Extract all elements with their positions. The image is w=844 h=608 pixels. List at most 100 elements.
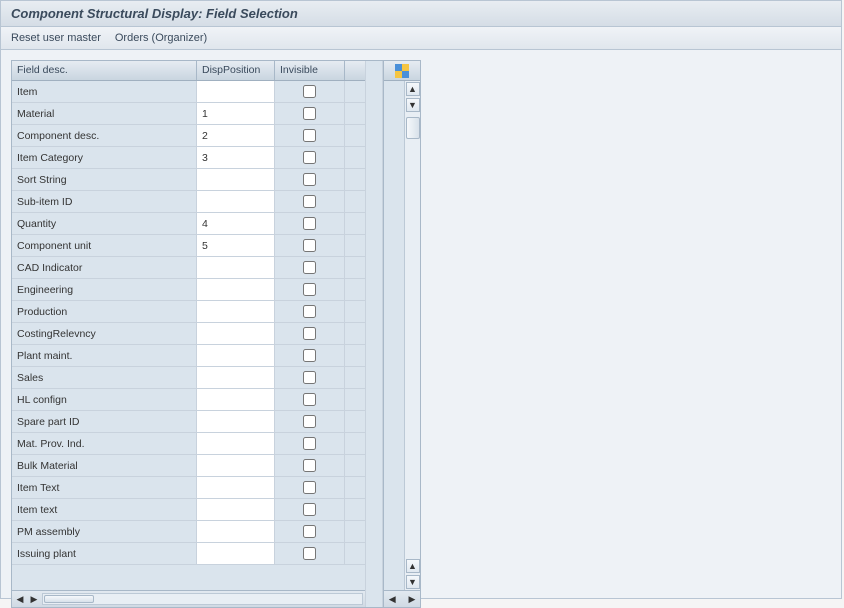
table-row: Component desc.2 bbox=[12, 125, 365, 147]
invisible-checkbox[interactable] bbox=[303, 393, 316, 406]
v-scrollbar: ▲ ▼ ▲ ▼ bbox=[404, 81, 420, 590]
cell-disp-position[interactable] bbox=[197, 169, 275, 190]
cell-disp-position[interactable] bbox=[197, 367, 275, 388]
col-header-disp-position[interactable]: DispPosition bbox=[197, 61, 275, 80]
cell-disp-position[interactable] bbox=[197, 411, 275, 432]
side-header bbox=[384, 61, 420, 81]
cell-field-desc: Item text bbox=[12, 499, 197, 520]
v-scroll-track[interactable] bbox=[406, 113, 420, 558]
invisible-checkbox[interactable] bbox=[303, 305, 316, 318]
invisible-checkbox[interactable] bbox=[303, 129, 316, 142]
reset-user-master-button[interactable]: Reset user master bbox=[11, 32, 101, 44]
scroll-down-bottom-arrow-icon[interactable]: ▼ bbox=[406, 575, 420, 589]
cell-field-desc: Production bbox=[12, 301, 197, 322]
title-bar: Component Structural Display: Field Sele… bbox=[1, 1, 841, 27]
invisible-checkbox[interactable] bbox=[303, 261, 316, 274]
invisible-checkbox[interactable] bbox=[303, 173, 316, 186]
cell-field-desc: CAD Indicator bbox=[12, 257, 197, 278]
cell-disp-position[interactable]: 5 bbox=[197, 235, 275, 256]
invisible-checkbox[interactable] bbox=[303, 107, 316, 120]
invisible-checkbox[interactable] bbox=[303, 437, 316, 450]
cell-disp-position[interactable] bbox=[197, 499, 275, 520]
cell-disp-position[interactable] bbox=[197, 455, 275, 476]
table-row: Bulk Material bbox=[12, 455, 365, 477]
invisible-checkbox[interactable] bbox=[303, 239, 316, 252]
invisible-checkbox[interactable] bbox=[303, 525, 316, 538]
cell-field-desc: Issuing plant bbox=[12, 543, 197, 564]
cell-disp-position[interactable] bbox=[197, 543, 275, 564]
cell-disp-position[interactable]: 2 bbox=[197, 125, 275, 146]
invisible-checkbox[interactable] bbox=[303, 217, 316, 230]
scroll-left-arrow-icon[interactable]: ◀ bbox=[14, 593, 26, 605]
col-header-invisible[interactable]: Invisible bbox=[275, 61, 345, 80]
invisible-checkbox[interactable] bbox=[303, 415, 316, 428]
cell-disp-position[interactable] bbox=[197, 257, 275, 278]
cell-invisible bbox=[275, 367, 345, 388]
cell-field-desc: Quantity bbox=[12, 213, 197, 234]
scroll-up-arrow-icon[interactable]: ▲ bbox=[406, 82, 420, 96]
h-scroll-thumb[interactable] bbox=[44, 595, 94, 603]
cell-disp-position[interactable]: 3 bbox=[197, 147, 275, 168]
table-row: Sort String bbox=[12, 169, 365, 191]
cell-invisible bbox=[275, 147, 345, 168]
cell-invisible bbox=[275, 411, 345, 432]
invisible-checkbox[interactable] bbox=[303, 85, 316, 98]
cell-disp-position[interactable] bbox=[197, 301, 275, 322]
cell-invisible bbox=[275, 191, 345, 212]
invisible-checkbox[interactable] bbox=[303, 195, 316, 208]
cell-disp-position[interactable] bbox=[197, 345, 275, 366]
scroll-down-arrow-icon[interactable]: ▼ bbox=[406, 98, 420, 112]
scroll-up-bottom-arrow-icon[interactable]: ▲ bbox=[406, 559, 420, 573]
table-row: Production bbox=[12, 301, 365, 323]
cell-disp-position[interactable] bbox=[197, 191, 275, 212]
table-row: Component unit5 bbox=[12, 235, 365, 257]
invisible-checkbox[interactable] bbox=[303, 459, 316, 472]
cell-field-desc: Sort String bbox=[12, 169, 197, 190]
cell-invisible bbox=[275, 81, 345, 102]
toolbar: Reset user master Orders (Organizer) bbox=[1, 27, 841, 50]
cell-invisible bbox=[275, 257, 345, 278]
orders-organizer-button[interactable]: Orders (Organizer) bbox=[115, 32, 207, 44]
cell-invisible bbox=[275, 213, 345, 234]
cell-disp-position[interactable] bbox=[197, 433, 275, 454]
cell-disp-position[interactable] bbox=[197, 323, 275, 344]
v-scroll-thumb[interactable] bbox=[406, 117, 420, 139]
cell-disp-position[interactable] bbox=[197, 279, 275, 300]
table-row: Item text bbox=[12, 499, 365, 521]
cell-disp-position[interactable] bbox=[197, 389, 275, 410]
invisible-checkbox[interactable] bbox=[303, 327, 316, 340]
cell-disp-position[interactable]: 1 bbox=[197, 103, 275, 124]
cell-invisible bbox=[275, 433, 345, 454]
side-scroll-left-icon[interactable]: ◀ bbox=[386, 593, 398, 605]
invisible-checkbox[interactable] bbox=[303, 283, 316, 296]
invisible-checkbox[interactable] bbox=[303, 151, 316, 164]
grid-side-panel: ▲ ▼ ▲ ▼ ◀ ▶ bbox=[383, 61, 420, 607]
cell-field-desc: PM assembly bbox=[12, 521, 197, 542]
cell-disp-position[interactable] bbox=[197, 477, 275, 498]
cell-disp-position[interactable] bbox=[197, 81, 275, 102]
cell-disp-position[interactable] bbox=[197, 521, 275, 542]
cell-field-desc: HL confign bbox=[12, 389, 197, 410]
grid-main: Field desc. DispPosition Invisible ItemM… bbox=[12, 61, 365, 607]
invisible-checkbox[interactable] bbox=[303, 503, 316, 516]
invisible-checkbox[interactable] bbox=[303, 349, 316, 362]
invisible-checkbox[interactable] bbox=[303, 481, 316, 494]
cell-disp-position[interactable]: 4 bbox=[197, 213, 275, 234]
h-scroll-track[interactable] bbox=[42, 593, 363, 605]
side-scroll-right-icon[interactable]: ▶ bbox=[406, 593, 418, 605]
table-row: CostingRelevncy bbox=[12, 323, 365, 345]
cell-invisible bbox=[275, 521, 345, 542]
scroll-right-arrow-icon[interactable]: ▶ bbox=[28, 593, 40, 605]
table-config-icon[interactable] bbox=[395, 64, 409, 78]
col-header-field-desc[interactable]: Field desc. bbox=[12, 61, 197, 80]
cell-invisible bbox=[275, 455, 345, 476]
cell-invisible bbox=[275, 235, 345, 256]
invisible-checkbox[interactable] bbox=[303, 547, 316, 560]
invisible-checkbox[interactable] bbox=[303, 371, 316, 384]
cell-invisible bbox=[275, 103, 345, 124]
app-window: Component Structural Display: Field Sele… bbox=[0, 0, 842, 599]
cell-invisible bbox=[275, 169, 345, 190]
cell-field-desc: Engineering bbox=[12, 279, 197, 300]
table-row: Item Text bbox=[12, 477, 365, 499]
cell-invisible bbox=[275, 389, 345, 410]
